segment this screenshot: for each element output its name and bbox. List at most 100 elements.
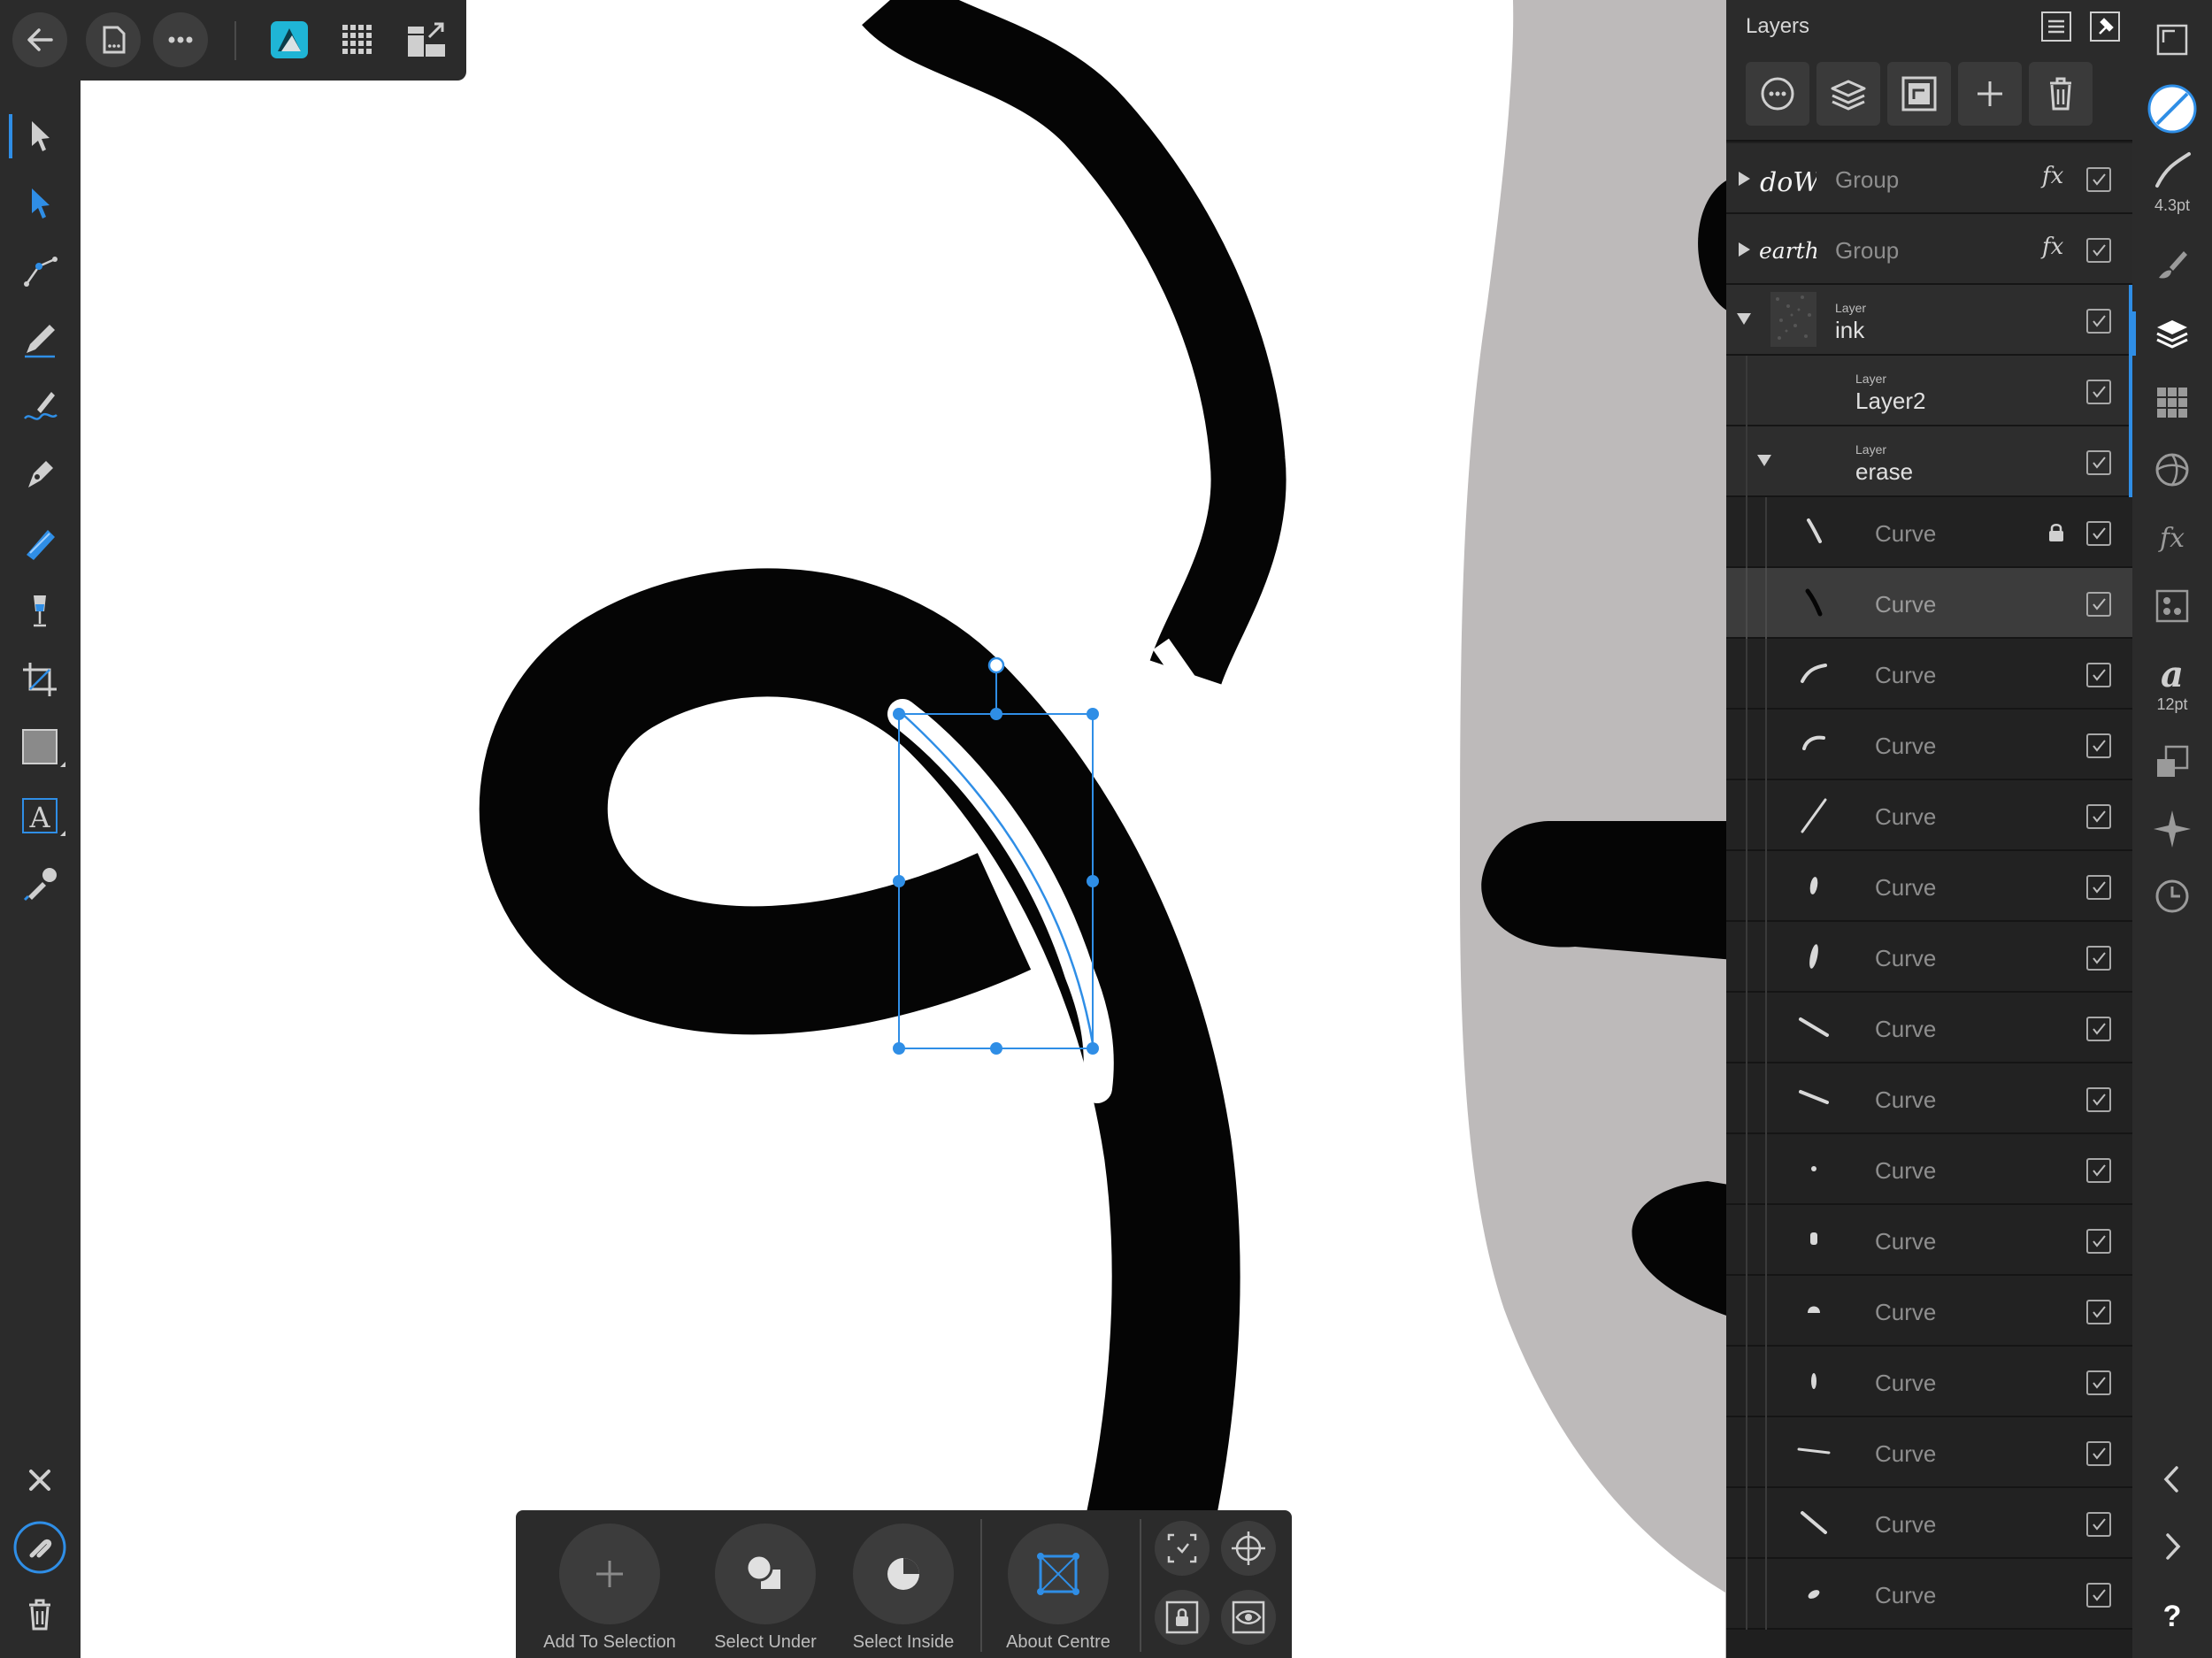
selection-handle[interactable] (893, 1042, 905, 1055)
visibility-checkbox[interactable] (2086, 1583, 2111, 1608)
layer-row-curve[interactable]: Curve (1726, 1488, 2132, 1559)
transform-icon[interactable] (2145, 734, 2200, 789)
eyedropper-tool-icon[interactable] (12, 856, 67, 910)
text-tool-icon[interactable]: A (12, 788, 67, 843)
visibility-checkbox[interactable] (2086, 875, 2111, 900)
layer-row-curve[interactable]: Curve (1726, 1417, 2132, 1488)
selection-handle[interactable] (1087, 875, 1099, 887)
selection-handle[interactable] (990, 708, 1002, 720)
fx-icon[interactable]: fx (2042, 163, 2063, 189)
pen-tool-icon[interactable] (12, 447, 67, 502)
chevron-left-icon[interactable] (2145, 1452, 2200, 1507)
layer-row-curve[interactable]: Curve (1726, 497, 2132, 568)
layer-row-curve[interactable]: Curve (1726, 851, 2132, 922)
lock-icon[interactable] (2047, 522, 2065, 543)
collapse-triangle-icon[interactable] (1737, 313, 1751, 325)
layer-row-curve[interactable]: Curve (1726, 639, 2132, 710)
layer-row-curve[interactable]: Curve (1726, 780, 2132, 851)
visibility-checkbox[interactable] (2086, 521, 2111, 546)
layer-row-layer2[interactable]: Layer Layer2 (1726, 356, 2132, 426)
layers-icon[interactable] (2132, 306, 2200, 361)
back-arrow-icon[interactable] (12, 12, 67, 67)
help-icon[interactable]: ? (2145, 1588, 2200, 1643)
move-tool-icon[interactable] (9, 109, 67, 164)
selection-handle[interactable] (1087, 708, 1099, 720)
transparency-tool-icon[interactable] (12, 583, 67, 638)
visibility-checkbox[interactable] (2086, 1017, 2111, 1041)
corner-tool-icon[interactable] (12, 243, 67, 298)
visibility-checkbox[interactable] (2086, 1158, 2111, 1183)
trash-icon[interactable] (12, 1587, 67, 1642)
layer-list[interactable]: doWn Group fx earth Group fx (1726, 143, 2132, 1658)
layer-row-group[interactable]: earth Group fx (1726, 214, 2132, 285)
brushes-icon[interactable] (2145, 237, 2200, 292)
affinity-designer-icon[interactable] (262, 12, 317, 67)
vector-brush-tool-icon[interactable] (12, 380, 67, 434)
visibility-checkbox[interactable] (2086, 1087, 2111, 1112)
expand-triangle-icon[interactable] (1739, 172, 1750, 186)
layer-options-icon[interactable] (1746, 62, 1809, 126)
rotation-handle[interactable] (987, 656, 1005, 674)
select-under-button[interactable] (715, 1524, 816, 1624)
pixel-persona-icon[interactable] (330, 12, 385, 67)
lock-children-icon[interactable] (1155, 1590, 1210, 1645)
snap-bounds-icon[interactable] (1155, 1521, 1210, 1576)
color-swatch-icon[interactable] (2145, 81, 2200, 136)
fill-tool-icon[interactable] (12, 516, 67, 571)
visibility-checkbox[interactable] (2086, 1512, 2111, 1537)
swatches-grid-icon[interactable] (2145, 375, 2200, 430)
fx-icon[interactable]: fx (2042, 234, 2063, 260)
layer-row-erase[interactable]: Layer erase (1726, 426, 2132, 497)
layer-row-curve-selected[interactable]: Curve (1726, 568, 2132, 639)
pencil-tool-icon[interactable] (12, 312, 67, 367)
snapping-magnet-icon[interactable] (12, 1520, 67, 1575)
visibility-checkbox[interactable] (2086, 1441, 2111, 1466)
selection-handle[interactable] (1087, 1042, 1099, 1055)
layer-row-curve[interactable]: Curve (1726, 1205, 2132, 1276)
layer-row-curve[interactable]: Curve (1726, 1276, 2132, 1347)
layer-row-curve[interactable]: Curve (1726, 1559, 2132, 1630)
visibility-checkbox[interactable] (2086, 167, 2111, 192)
layer-row-curve[interactable]: Curve (1726, 993, 2132, 1063)
crop-tool-icon[interactable] (12, 652, 67, 707)
panel-menu-icon[interactable] (2039, 9, 2074, 44)
visibility-checkbox[interactable] (2086, 733, 2111, 758)
rectangle-tool-icon[interactable] (12, 719, 67, 774)
more-icon[interactable] (153, 12, 208, 67)
layer-row-curve[interactable]: Curve (1726, 1347, 2132, 1417)
crosshair-icon[interactable] (1221, 1521, 1276, 1576)
blend-modes-icon[interactable] (1816, 62, 1880, 126)
visibility-checkbox[interactable] (2086, 1300, 2111, 1324)
layer-row-group[interactable]: doWn Group fx (1726, 143, 2132, 214)
layer-row-curve[interactable]: Curve (1726, 1063, 2132, 1134)
about-centre-button[interactable] (1008, 1524, 1109, 1624)
select-inside-button[interactable] (853, 1524, 954, 1624)
selection-handle[interactable] (990, 1042, 1002, 1055)
visibility-checkbox[interactable] (2086, 238, 2111, 263)
mask-layer-icon[interactable] (1887, 62, 1951, 126)
navigator-icon[interactable] (2145, 802, 2200, 856)
visibility-checkbox[interactable] (2086, 1370, 2111, 1395)
delete-layer-icon[interactable] (2029, 62, 2093, 126)
selection-handle[interactable] (893, 708, 905, 720)
layer-row-curve[interactable]: Curve (1726, 1134, 2132, 1205)
fullscreen-icon[interactable] (2145, 12, 2200, 67)
visibility-checkbox[interactable] (2086, 592, 2111, 617)
add-layer-icon[interactable] (1958, 62, 2022, 126)
selection-handle[interactable] (893, 875, 905, 887)
visibility-checkbox[interactable] (2086, 309, 2111, 334)
close-icon[interactable] (12, 1453, 67, 1508)
document-icon[interactable] (86, 12, 141, 67)
export-persona-icon[interactable] (399, 12, 454, 67)
appearance-icon[interactable] (2145, 442, 2200, 497)
pin-icon[interactable] (2087, 9, 2123, 44)
node-tool-icon[interactable] (12, 176, 67, 231)
visibility-checkbox[interactable] (2086, 804, 2111, 829)
visibility-checkbox[interactable] (2086, 663, 2111, 687)
effects-fx-icon[interactable]: fx (2145, 510, 2200, 564)
layer-row-ink[interactable]: Layer ink (1726, 285, 2132, 356)
layer-row-curve[interactable]: Curve (1726, 710, 2132, 780)
preview-eye-icon[interactable] (1221, 1590, 1276, 1645)
stroke-icon[interactable] (2145, 142, 2200, 196)
visibility-checkbox[interactable] (2086, 946, 2111, 971)
